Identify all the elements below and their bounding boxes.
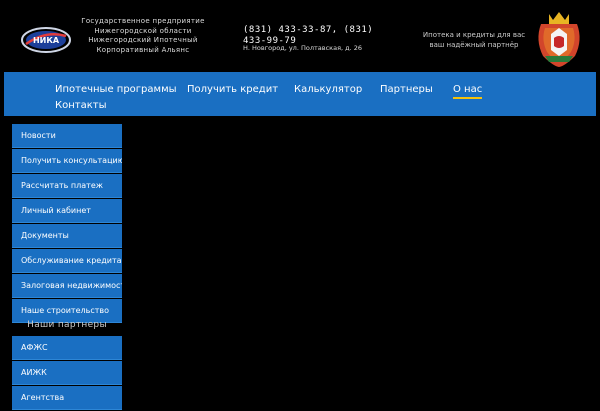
nav-item-contacts[interactable]: Контакты — [55, 100, 106, 111]
main-navigation: Ипотечные программы Получить кредит Каль… — [4, 72, 596, 116]
nav-item-calculator[interactable]: Калькулятор — [294, 84, 362, 95]
nav-item-mortgage-programs[interactable]: Ипотечные программы — [55, 84, 177, 95]
slogan-line: ваш надёжный партнёр — [429, 41, 519, 49]
contact-address: Н. Новгород, ул. Полтавская, д. 26 — [243, 44, 363, 52]
coat-of-arms-icon — [538, 12, 580, 67]
sidebar-item-news[interactable]: Новости — [12, 124, 122, 148]
site-header: НИКА Государственное предприятие Нижегор… — [0, 0, 600, 72]
header-slogan: Ипотека и кредиты для вас ваш надёжный п… — [418, 30, 530, 50]
svg-text:НИКА: НИКА — [33, 36, 60, 45]
nav-item-about[interactable]: О нас — [453, 84, 483, 99]
nav-item-partners[interactable]: Партнеры — [380, 84, 433, 95]
partner-item-afzhs[interactable]: АФЖС — [12, 336, 122, 360]
sidebar-item-documents[interactable]: Документы — [12, 224, 122, 248]
sidebar-item-consultation[interactable]: Получить консультацию — [12, 149, 122, 173]
partner-item-agencies[interactable]: Агентства — [12, 386, 122, 410]
sidebar-item-personal-cabinet[interactable]: Личный кабинет — [12, 199, 122, 223]
company-name: Государственное предприятие Нижегородско… — [78, 17, 208, 55]
company-name-line: Нижегородский Ипотечный — [88, 36, 198, 44]
partners-heading: Наши партнеры — [27, 320, 107, 330]
sidebar-item-collateral[interactable]: Залоговая недвижимость — [12, 274, 122, 298]
partner-item-aizhk[interactable]: АИЖК — [12, 361, 122, 385]
sidebar-item-credit-service[interactable]: Обслуживание кредита — [12, 249, 122, 273]
company-logo-icon[interactable]: НИКА — [20, 26, 72, 54]
nav-item-get-credit[interactable]: Получить кредит — [187, 84, 278, 95]
sidebar-menu: Новости Получить консультацию Рассчитать… — [12, 124, 122, 324]
company-name-line: Государственное предприятие — [81, 17, 205, 25]
phone-line: (831) 433-33-87, (831) — [243, 25, 374, 35]
company-name-line: Корпоративный Альянс — [96, 45, 190, 54]
slogan-line: Ипотека и кредиты для вас — [422, 31, 526, 39]
sidebar-item-payment-calc[interactable]: Рассчитать платеж — [12, 174, 122, 198]
company-name-line: Нижегородской области — [94, 26, 192, 35]
